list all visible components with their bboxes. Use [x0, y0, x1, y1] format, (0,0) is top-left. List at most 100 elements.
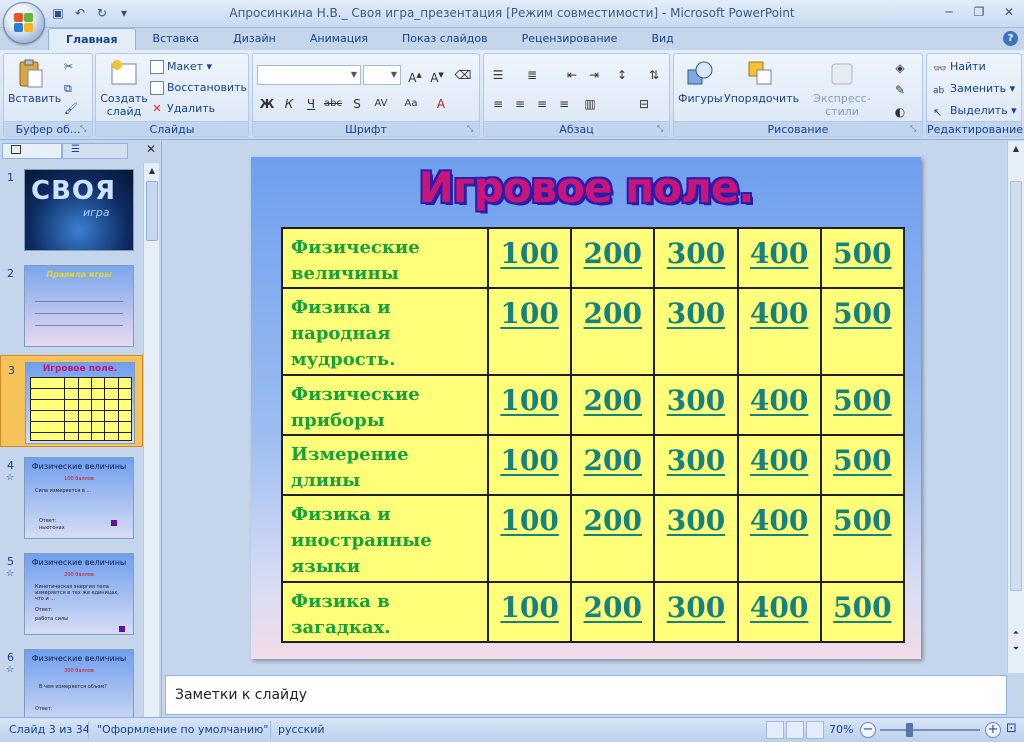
question-link-300[interactable]: 300 [667, 237, 725, 270]
align-right-icon[interactable]: ≡ [532, 94, 552, 114]
minimize-icon[interactable]: ─ [938, 3, 960, 21]
grow-font-icon[interactable]: A▲ [405, 65, 425, 85]
question-link-100[interactable]: 100 [500, 237, 558, 270]
select-button[interactable]: ↖ Выделить ▾ [933, 102, 1017, 120]
delete-slide-button[interactable]: ✕ Удалить [150, 100, 215, 118]
layout-button[interactable]: Макет ▾ [150, 58, 212, 76]
strikethrough-icon[interactable]: abc [323, 94, 343, 114]
drawing-launcher-icon[interactable]: ⤡ [910, 124, 920, 134]
question-link-100[interactable]: 100 [500, 384, 558, 417]
shape-outline-icon[interactable]: ✎ [890, 80, 910, 100]
question-link-500[interactable]: 500 [833, 444, 891, 477]
format-painter-icon[interactable]: 🖌 [64, 100, 78, 118]
question-link-400[interactable]: 400 [750, 444, 808, 477]
zoom-slider[interactable] [880, 729, 980, 731]
char-spacing-icon[interactable]: AV [371, 94, 391, 114]
zoom-out-icon[interactable]: − [860, 722, 876, 738]
tab-design[interactable]: Дизайн [216, 28, 293, 50]
question-link-500[interactable]: 500 [833, 297, 891, 330]
replace-button[interactable]: ab Заменить ▾ [933, 80, 1015, 98]
question-link-500[interactable]: 500 [833, 237, 891, 270]
scrollbar-thumb[interactable] [146, 181, 158, 241]
slide-thumbnail-4[interactable]: 4 ☆ Физические величины 100 баллов Сила … [0, 451, 143, 543]
question-link-500[interactable]: 500 [833, 384, 891, 417]
new-slide-button[interactable]: Создать слайд [100, 58, 148, 118]
question-link-300[interactable]: 300 [667, 591, 725, 624]
office-button[interactable] [3, 2, 45, 44]
slide-thumbnail-3[interactable]: 3 Игровое поле. [0, 355, 143, 447]
fit-to-window-icon[interactable]: ⊡ [1006, 721, 1017, 736]
underline-icon[interactable]: Ч [301, 94, 321, 114]
bold-icon[interactable]: Ж [257, 94, 277, 114]
reset-button[interactable]: Восстановить [150, 79, 247, 97]
text-direction-icon[interactable]: ⇅ [644, 65, 664, 85]
question-link-200[interactable]: 200 [584, 297, 642, 330]
align-text-icon[interactable]: ⊟ [634, 94, 654, 114]
shape-effects-icon[interactable]: ◐ [890, 102, 910, 122]
question-link-100[interactable]: 100 [500, 297, 558, 330]
columns-icon[interactable]: ▥ [580, 94, 600, 114]
question-link-200[interactable]: 200 [584, 444, 642, 477]
normal-view-icon[interactable] [766, 721, 784, 739]
question-link-200[interactable]: 200 [584, 504, 642, 537]
font-launcher-icon[interactable]: ⤡ [467, 124, 477, 134]
bullets-icon[interactable]: ☰ [488, 65, 508, 85]
decrease-indent-icon[interactable]: ⇤ [562, 65, 582, 85]
question-link-300[interactable]: 300 [667, 384, 725, 417]
question-link-200[interactable]: 200 [584, 384, 642, 417]
paste-button[interactable]: Вставить [8, 58, 61, 105]
question-link-500[interactable]: 500 [833, 504, 891, 537]
tab-slideshow[interactable]: Показ слайдов [385, 28, 505, 50]
change-case-icon[interactable]: Aa [401, 94, 421, 114]
shadow-icon[interactable]: S [347, 94, 367, 114]
scroll-up-icon[interactable]: ▲ [144, 163, 160, 179]
current-slide[interactable]: Игровое поле. Физические величины 100 200 3… [251, 157, 921, 659]
shape-fill-icon[interactable]: ◈ [890, 58, 910, 78]
font-name-combo[interactable]: ▼ [257, 65, 361, 85]
tab-review[interactable]: Рецензирование [505, 28, 635, 50]
slide-thumbnail-6[interactable]: 6 ☆ Физические величины 300 баллов В чем… [0, 643, 143, 717]
clipboard-launcher-icon[interactable]: ⤡ [80, 124, 90, 134]
question-link-400[interactable]: 400 [750, 384, 808, 417]
question-link-400[interactable]: 400 [750, 591, 808, 624]
question-link-100[interactable]: 100 [500, 504, 558, 537]
font-color-icon[interactable]: A [431, 94, 451, 114]
previous-slide-icon[interactable]: ⏶ [1008, 625, 1024, 641]
find-button[interactable]: 👓 Найти [933, 58, 986, 76]
arrange-button[interactable]: Упорядочить [724, 58, 799, 105]
justify-icon[interactable]: ≡ [554, 94, 574, 114]
question-link-400[interactable]: 400 [750, 504, 808, 537]
game-board-table[interactable]: Физические величины 100 200 300 400 500 Физика… [281, 226, 906, 644]
question-link-300[interactable]: 300 [667, 444, 725, 477]
cut-icon[interactable]: ✂ [64, 58, 73, 76]
question-link-300[interactable]: 300 [667, 297, 725, 330]
slide-title[interactable]: Игровое поле. [251, 163, 921, 212]
help-icon[interactable]: ? [1003, 31, 1018, 46]
slide-scrollbar[interactable]: ▲ ⏶ ⏷ [1007, 141, 1024, 673]
question-link-100[interactable]: 100 [500, 591, 558, 624]
close-icon[interactable]: ✕ [998, 3, 1020, 21]
question-link-200[interactable]: 200 [584, 591, 642, 624]
slides-tab[interactable] [2, 143, 62, 159]
restore-icon[interactable]: ❐ [968, 3, 990, 21]
line-spacing-icon[interactable]: ↕ [612, 65, 632, 85]
outline-tab[interactable]: ☰ [62, 143, 128, 159]
close-icon[interactable]: ✕ [146, 142, 156, 156]
slide-thumbnail-5[interactable]: 5 ☆ Физические величины 200 баллов Кинет… [0, 547, 143, 639]
language-indicator[interactable]: русский [278, 723, 325, 736]
italic-icon[interactable]: К [279, 94, 299, 114]
notes-pane[interactable]: Заметки к слайду [165, 675, 1007, 715]
question-link-500[interactable]: 500 [833, 591, 891, 624]
numbering-icon[interactable]: ≣ [522, 65, 542, 85]
tab-home[interactable]: Главная [48, 28, 136, 50]
scroll-up-icon[interactable]: ▲ [1008, 141, 1024, 157]
align-left-icon[interactable]: ≡ [488, 94, 508, 114]
slideshow-icon[interactable] [806, 721, 824, 739]
zoom-in-icon[interactable]: + [985, 722, 1001, 738]
tab-animation[interactable]: Анимация [293, 28, 385, 50]
zoom-slider-knob[interactable] [906, 723, 913, 737]
question-link-400[interactable]: 400 [750, 297, 808, 330]
scrollbar-thumb[interactable] [1010, 181, 1022, 591]
clear-formatting-icon[interactable]: ⌫ [453, 65, 473, 85]
question-link-300[interactable]: 300 [667, 504, 725, 537]
